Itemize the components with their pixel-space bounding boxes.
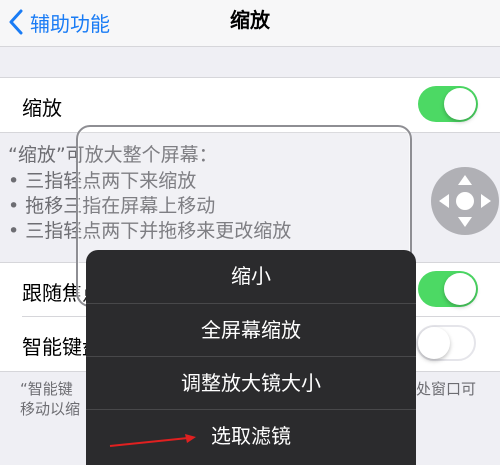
- smart-keyboard-switch[interactable]: [416, 325, 476, 361]
- footer-text: 处窗口可: [416, 380, 477, 398]
- footer-text: 移动以缩: [20, 400, 81, 418]
- zoom-switch[interactable]: [418, 86, 478, 122]
- zoom-row-label: 缩放: [22, 96, 62, 120]
- switch-knob: [418, 327, 450, 359]
- chevron-left-icon: [9, 9, 23, 35]
- footer-text: “智能键: [20, 380, 73, 398]
- dpad-controller-icon[interactable]: [430, 163, 500, 243]
- zoom-out-menu-item[interactable]: 缩小: [86, 250, 416, 302]
- follow-focus-switch[interactable]: [418, 271, 478, 307]
- back-button-label: 辅助功能: [30, 11, 110, 36]
- switch-knob: [444, 88, 476, 120]
- resize-lens-menu-item[interactable]: 调整放大镜大小: [86, 357, 416, 409]
- red-arrow-icon: [109, 434, 196, 447]
- full-screen-zoom-menu-item[interactable]: 全屏幕缩放: [86, 304, 416, 356]
- navigation-bar: 缩放 辅助功能: [0, 0, 500, 47]
- switch-knob: [444, 273, 476, 305]
- back-button[interactable]: 辅助功能: [8, 6, 110, 38]
